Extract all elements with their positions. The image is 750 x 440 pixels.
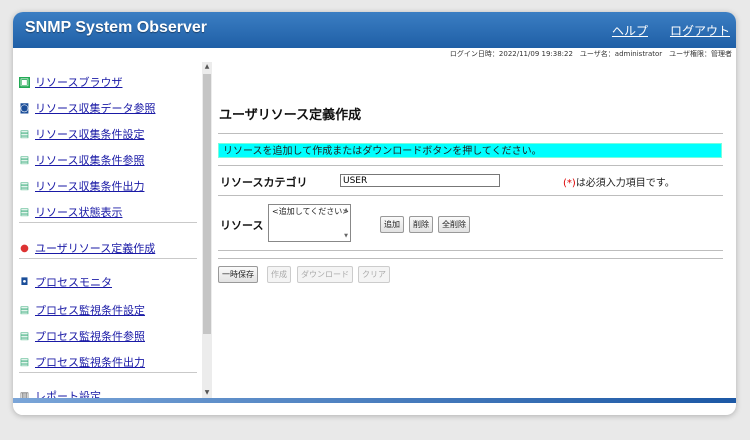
logout-link[interactable]: ログアウト xyxy=(670,22,730,39)
browser-icon: ▣ xyxy=(19,76,30,88)
list-down-icon[interactable]: ▼ xyxy=(344,233,348,239)
required-text: は必須入力項目です。 xyxy=(575,178,675,189)
main-content: ユーザリソース定義作成 リソースを追加して作成またはダウンロードボタンを押してく… xyxy=(213,62,736,398)
page-title: ユーザリソース定義作成 xyxy=(219,108,362,123)
delete-all-button[interactable]: 全削除 xyxy=(438,216,470,233)
sidebar: ▣ リソースブラウザ ◙ リソース収集データ参照 ▤ リソース収集条件設定 ▤ … xyxy=(13,62,202,415)
header-links: ヘルプ ログアウト xyxy=(612,22,730,39)
required-note: (*)は必須入力項目です。 xyxy=(563,174,675,189)
resource-listbox[interactable]: <追加してください> ▲ ▼ xyxy=(268,204,351,242)
settings-icon: ▤ xyxy=(19,304,30,316)
data-view-icon: ◙ xyxy=(19,102,30,114)
sidebar-divider xyxy=(19,372,197,373)
sidebar-item-resource-browser[interactable]: ▣ リソースブラウザ xyxy=(19,74,122,90)
create-button[interactable]: 作成 xyxy=(267,266,291,283)
help-link[interactable]: ヘルプ xyxy=(612,22,648,39)
sidebar-item-process-condition-settings[interactable]: ▤ プロセス監視条件設定 xyxy=(19,302,145,318)
required-star: (*) xyxy=(563,178,576,189)
sidebar-item-resource-data[interactable]: ◙ リソース収集データ参照 xyxy=(19,100,156,116)
app-window: SNMP System Observer ヘルプ ログアウト ログイン日時：20… xyxy=(13,12,736,415)
divider xyxy=(218,250,723,251)
app-title: SNMP System Observer xyxy=(25,19,208,36)
bottom-bar xyxy=(13,398,736,403)
monitor-icon: ◘ xyxy=(20,276,29,288)
export-icon: ▤ xyxy=(19,356,30,368)
download-button[interactable]: ダウンロード xyxy=(297,266,353,283)
sidebar-item-process-monitor[interactable]: ◘ プロセスモニタ xyxy=(19,274,112,290)
list-up-icon[interactable]: ▲ xyxy=(344,207,348,213)
resource-placeholder: <追加してください> xyxy=(272,207,349,216)
scroll-down-icon[interactable]: ▼ xyxy=(202,388,212,398)
scroll-thumb[interactable] xyxy=(203,74,211,334)
login-bar: ログイン日時：2022/11/09 19:38:22 ユーザ名：administ… xyxy=(13,48,736,62)
reference-icon: ▤ xyxy=(19,330,30,342)
reference-icon: ▤ xyxy=(19,154,30,166)
sidebar-item-resource-status[interactable]: ▤ リソース状態表示 xyxy=(19,204,123,220)
sidebar-divider xyxy=(19,258,197,259)
save-draft-button[interactable]: 一時保存 xyxy=(218,266,258,283)
resource-label: リソース xyxy=(220,219,264,232)
category-input[interactable]: USER xyxy=(340,174,500,187)
settings-icon: ▤ xyxy=(19,128,30,140)
header-bar: SNMP System Observer ヘルプ ログアウト xyxy=(13,12,736,48)
login-info: ログイン日時：2022/11/09 19:38:22 ユーザ名：administ… xyxy=(449,50,732,58)
sidebar-item-process-condition-ref[interactable]: ▤ プロセス監視条件参照 xyxy=(19,328,145,344)
export-icon: ▤ xyxy=(19,180,30,192)
add-button[interactable]: 追加 xyxy=(380,216,404,233)
clear-button[interactable]: クリア xyxy=(358,266,390,283)
sidebar-item-user-resource[interactable]: ● ユーザリソース定義作成 xyxy=(19,240,155,256)
category-label: リソースカテゴリ xyxy=(220,176,308,189)
scroll-up-icon[interactable]: ▲ xyxy=(202,62,212,72)
divider xyxy=(218,133,723,134)
divider xyxy=(218,258,723,259)
user-resource-icon: ● xyxy=(20,242,29,254)
sidebar-item-resource-condition-settings[interactable]: ▤ リソース収集条件設定 xyxy=(19,126,145,142)
status-icon: ▤ xyxy=(19,206,30,218)
sidebar-item-resource-condition-export[interactable]: ▤ リソース収集条件出力 xyxy=(19,178,145,194)
sidebar-item-process-condition-export[interactable]: ▤ プロセス監視条件出力 xyxy=(19,354,145,370)
divider xyxy=(218,165,723,166)
delete-button[interactable]: 削除 xyxy=(409,216,433,233)
sidebar-divider xyxy=(19,222,197,223)
divider xyxy=(218,195,723,196)
sidebar-scrollbar[interactable]: ▲ ▼ xyxy=(202,62,212,398)
sidebar-item-resource-condition-ref[interactable]: ▤ リソース収集条件参照 xyxy=(19,152,145,168)
notice-banner: リソースを追加して作成またはダウンロードボタンを押してください。 xyxy=(218,143,722,158)
